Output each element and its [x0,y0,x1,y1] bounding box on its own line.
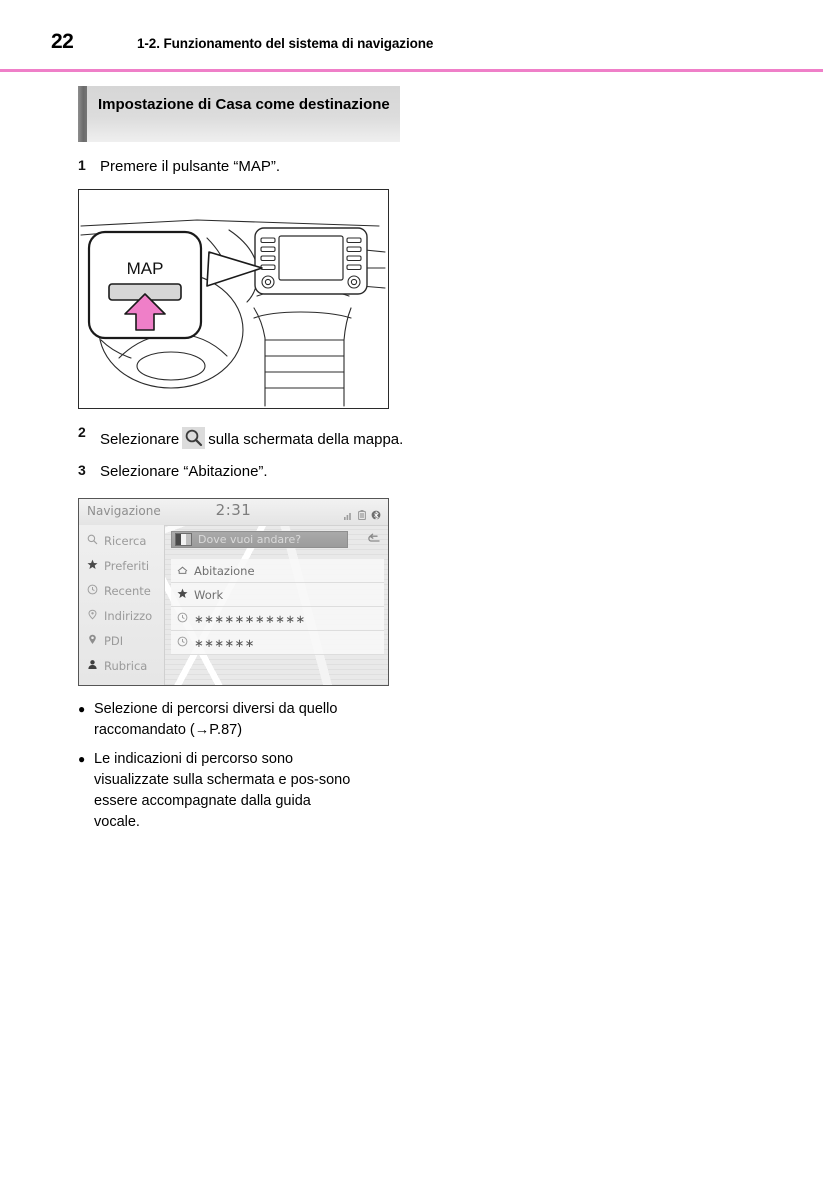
sidebar-item-label: Rubrica [104,658,148,673]
section-heading: Impostazione di Casa come destinazione [78,86,400,142]
destination-list: Abitazione Work ∗∗∗∗∗∗∗∗∗∗∗ ∗∗∗∗∗∗ [171,559,384,655]
nav-clock: 2:31 [215,501,252,519]
nav-status-icons [344,505,381,524]
page-number: 22 [51,30,74,53]
step-1-number: 1 [78,157,86,173]
signal-icon [344,505,353,524]
navigation-screenshot: Navigazione 2:31 Ricerca Preferiti Recen… [78,498,389,686]
battery-icon [358,505,366,524]
section-heading-label: Impostazione di Casa come destinazione [98,96,390,113]
step-3-number: 3 [78,462,86,478]
sidebar-item-rubrica[interactable]: Rubrica [79,653,164,678]
step-2-text-before: Selezionare [100,431,180,448]
sidebar-item-ricerca[interactable]: Ricerca [79,528,164,553]
bullet-marker: ● [78,702,86,716]
step-1-text: Premere il pulsante “MAP”. [100,158,281,175]
clock-icon [87,584,98,598]
sidebar-item-pdi[interactable]: PDI [79,628,164,653]
note-item: ● Selezione di percorsi diversi da quell… [78,699,408,741]
list-item-label: ∗∗∗∗∗∗ [194,635,255,650]
step-1: 1 Premere il pulsante “MAP”. [78,156,408,177]
step-2-text-after: sulla schermata della mappa. [208,431,404,448]
step-3-text: Selezionare “Abitazione”. [100,463,268,480]
search-icon [87,534,98,548]
sidebar-item-recente[interactable]: Recente [79,578,164,603]
sidebar-item-preferiti[interactable]: Preferiti [79,553,164,578]
list-item[interactable]: ∗∗∗∗∗∗ [171,631,384,655]
sidebar-item-indirizzo[interactable]: Indirizzo [79,603,164,628]
clock-icon [177,612,188,626]
search-icon [182,427,206,449]
header-divider [0,69,823,72]
callout-map-label: MAP [127,259,164,278]
search-input[interactable]: Dove vuoi andare? [171,531,348,548]
note-text: Selezione di percorsi diversi da quello … [94,701,338,738]
sidebar-item-label: Preferiti [104,558,150,573]
home-icon [177,564,188,578]
content-column: Impostazione di Casa come destinazione 1… [78,86,408,841]
step-3: 3 Selezionare “Abitazione”. [78,461,408,482]
sidebar-item-label: Recente [104,583,151,598]
note-text: Le indicazioni di percorso sono visualiz… [94,751,351,830]
list-item[interactable]: Abitazione [171,559,384,583]
clock-icon [177,636,188,650]
page-header: 22 1-2. Funzionamento del sistema di nav… [0,0,823,72]
step-2-number: 2 [78,424,86,440]
dashboard-drawing: MAP [80,219,386,407]
notes-list: ● Selezione di percorsi diversi da quell… [78,699,408,833]
step-2-text: Selezionare sulla schermata della mappa. [100,423,403,457]
bluetooth-icon [371,505,381,524]
star-icon [177,588,188,602]
bullet-marker: ● [78,752,86,766]
back-arrow-icon[interactable] [366,532,381,548]
page-title: 1-2. Funzionamento del sistema di naviga… [137,36,434,51]
list-item[interactable]: Work [171,583,384,607]
list-item-label: ∗∗∗∗∗∗∗∗∗∗∗ [194,611,306,626]
dashboard-illustration: MAP [78,189,389,409]
poi-pin-icon [87,634,98,648]
step-2: 2 Selezionare sulla schermata della mappa… [78,423,408,457]
contact-icon [87,659,98,673]
list-item[interactable]: ∗∗∗∗∗∗∗∗∗∗∗ [171,607,384,631]
sidebar-item-label: PDI [104,633,124,648]
nav-titlebar: Navigazione 2:31 [79,499,388,526]
sidebar-item-label: Indirizzo [104,608,153,623]
keyboard-language-icon[interactable] [175,533,192,546]
note-item: ● Le indicazioni di percorso sono visual… [78,749,408,833]
list-item-label: Work [194,587,224,602]
address-pin-icon [87,609,98,623]
sidebar-item-label: Ricerca [104,533,147,548]
list-item-label: Abitazione [194,563,255,578]
search-placeholder: Dove vuoi andare? [198,533,302,546]
nav-sidebar: Ricerca Preferiti Recente Indirizzo PDI … [79,525,165,685]
star-icon [87,559,98,573]
